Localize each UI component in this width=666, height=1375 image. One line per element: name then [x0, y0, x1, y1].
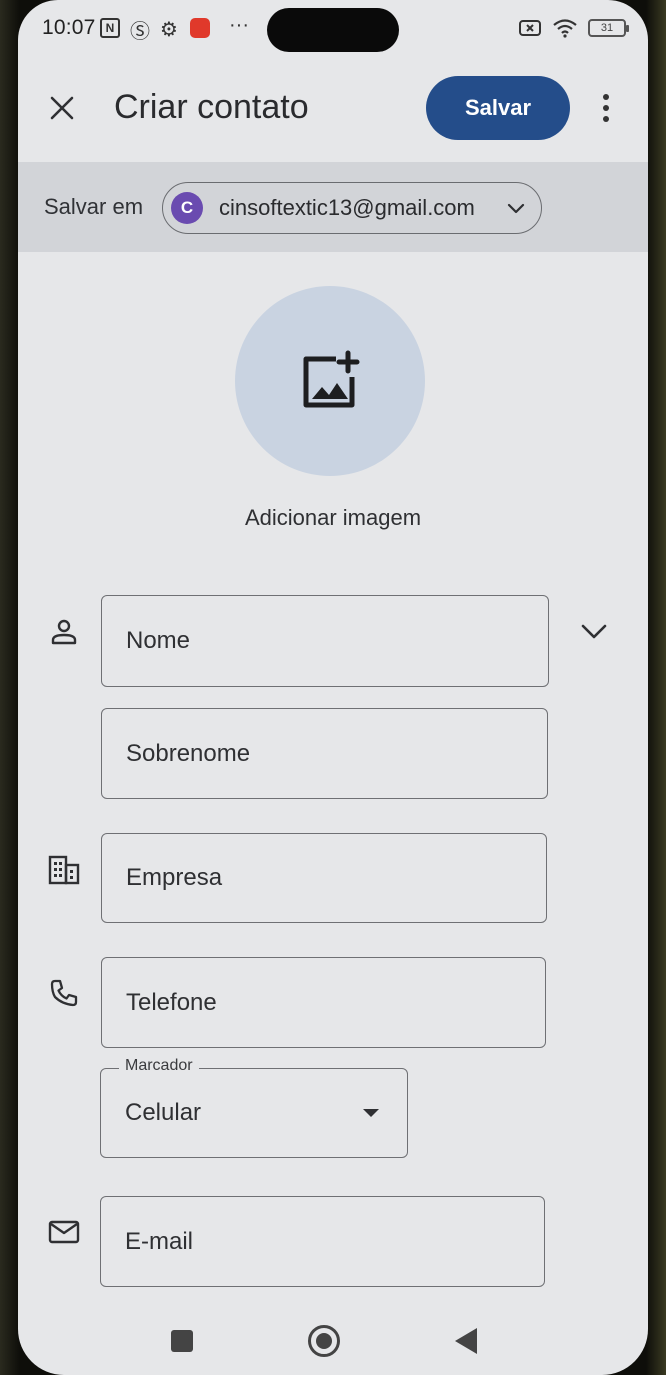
expand-name-chevron-icon[interactable] [578, 615, 610, 647]
phone-label-select[interactable]: Marcador Celular [100, 1057, 408, 1158]
person-icon [46, 614, 82, 650]
avatar: C [171, 192, 203, 224]
first-name-field[interactable]: Nome [101, 595, 549, 687]
save-in-label: Salvar em [44, 194, 144, 219]
company-icon [46, 852, 82, 888]
back-button[interactable] [455, 1328, 477, 1354]
status-right-group: 31 [518, 18, 629, 38]
sim-icon [519, 20, 541, 36]
account-selector[interactable]: C cinsoftextic13@gmail.com [162, 182, 542, 234]
app-notification-icon [190, 18, 210, 38]
phone-field[interactable]: Telefone [101, 957, 546, 1048]
dropdown-arrow-icon [363, 1109, 379, 1117]
account-row: Salvar em C cinsoftextic13@gmail.com [18, 162, 648, 252]
save-button[interactable]: Salvar [426, 76, 570, 140]
wifi-icon [553, 19, 577, 38]
close-button[interactable] [42, 88, 82, 128]
screen: 10:07 N Ⓢ ⚙ ··· 31 Criar contato Salvar … [18, 0, 648, 1375]
last-name-field[interactable]: Sobrenome [101, 708, 548, 799]
home-button[interactable] [308, 1325, 340, 1357]
account-email: cinsoftextic13@gmail.com [219, 195, 475, 220]
chevron-down-icon [507, 203, 525, 214]
email-icon [46, 1214, 82, 1250]
more-options-button[interactable] [592, 88, 620, 128]
add-photo-icon [303, 350, 360, 408]
company-field[interactable]: Empresa [101, 833, 547, 923]
status-bar: 10:07 N Ⓢ ⚙ ··· 31 [18, 0, 648, 60]
camera-cutout [267, 8, 399, 52]
phone-frame: 10:07 N Ⓢ ⚙ ··· 31 Criar contato Salvar … [0, 0, 666, 1375]
gear-icon: ⚙ [160, 18, 178, 41]
add-photo-button[interactable] [235, 286, 425, 476]
close-icon [50, 96, 74, 120]
s-icon: Ⓢ [130, 20, 150, 43]
battery-level: 31 [600, 22, 614, 34]
recents-button[interactable] [171, 1330, 193, 1352]
system-nav-bar [18, 1300, 648, 1375]
phone-label-value: Celular [125, 1099, 202, 1126]
status-time: 10:07 [42, 16, 96, 39]
battery-icon: 31 [588, 19, 629, 37]
home-icon [316, 1333, 332, 1349]
more-dots-icon: ··· [229, 13, 249, 36]
phone-label-legend: Marcador [119, 1057, 199, 1075]
email-field[interactable]: E-mail [100, 1196, 545, 1287]
page-title: Criar contato [114, 88, 309, 126]
phone-icon [46, 975, 82, 1011]
nfc-icon: N [100, 18, 120, 38]
app-bar: Criar contato Salvar [18, 62, 648, 158]
more-vert-icon [603, 94, 609, 100]
add-image-label: Adicionar imagem [244, 505, 422, 530]
